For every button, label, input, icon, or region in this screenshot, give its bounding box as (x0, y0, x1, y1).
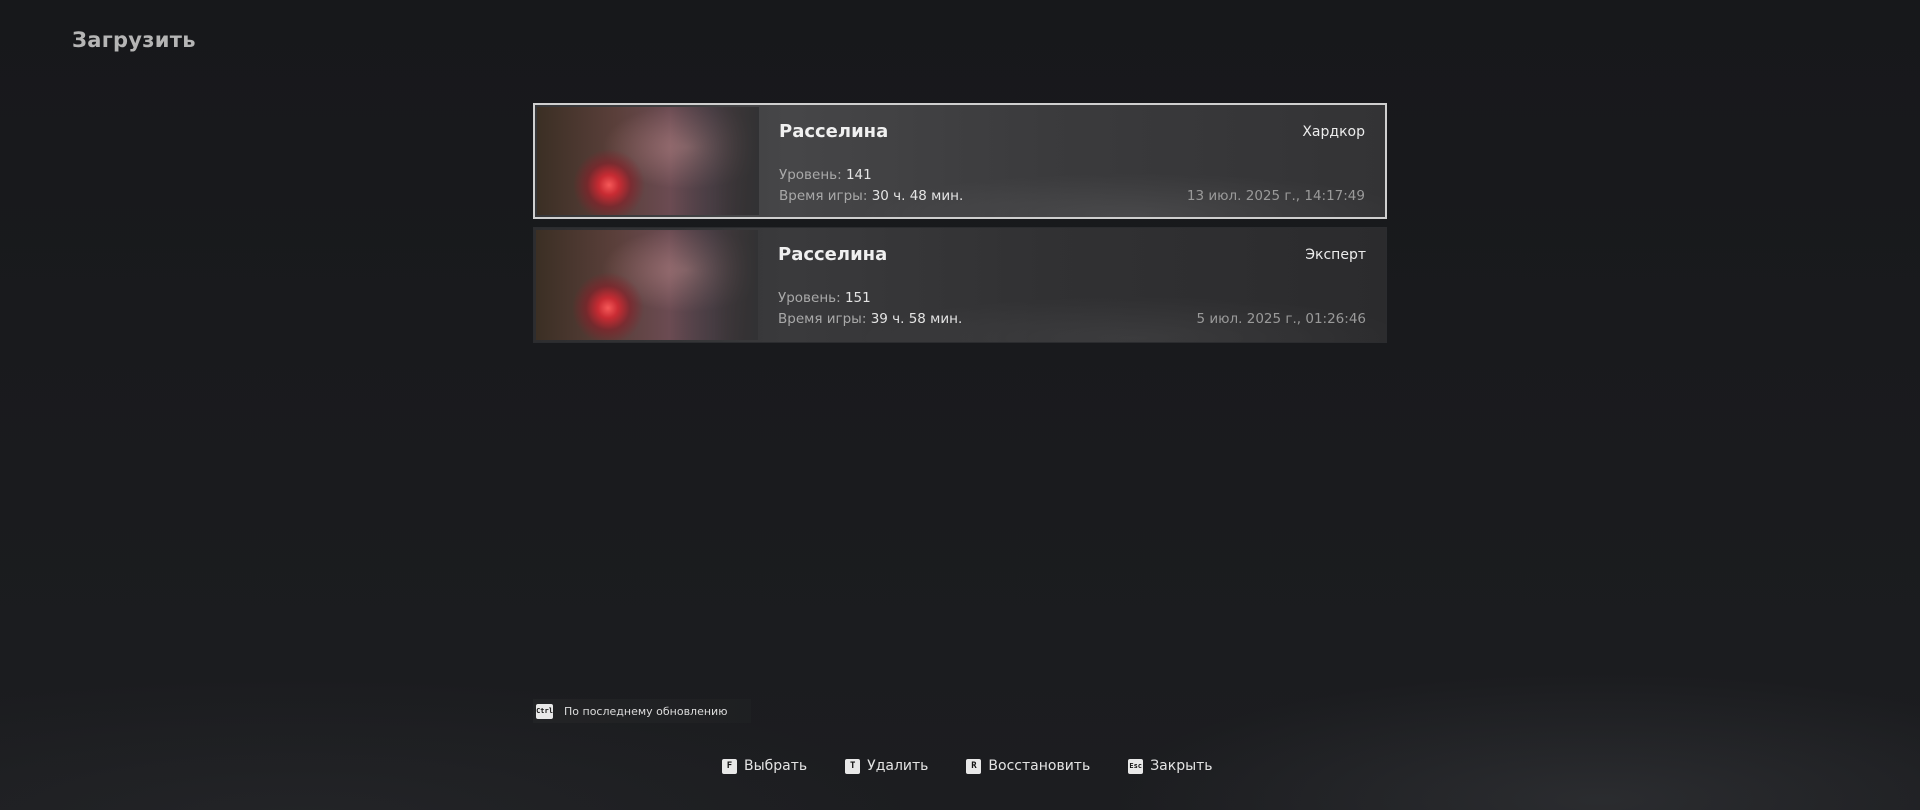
save-slot-2[interactable]: Расселина Эксперт Уровень: 151 Время игр… (533, 227, 1387, 343)
save-name: Расселина (778, 244, 888, 265)
page-title: Загрузить (72, 28, 196, 52)
save-mode: Хардкор (1302, 124, 1365, 140)
save-level: Уровень: 141 (779, 167, 872, 183)
t-key-icon: T (845, 758, 861, 774)
save-list: Расселина Хардкор Уровень: 141 Время игр… (533, 103, 1387, 351)
save-thumbnail (536, 230, 758, 340)
ctrl-key-icon: Ctrl (536, 703, 553, 719)
load-screen: Загрузить Расселина Хардкор Уровень: 141… (0, 0, 1920, 810)
save-date: 13 июл. 2025 г., 14:17:49 (1186, 188, 1365, 204)
esc-key-icon: Esc (1128, 758, 1144, 774)
f-key-icon: F (722, 758, 737, 774)
restore-button[interactable]: R Восстановить (966, 758, 1090, 774)
close-label: Закрыть (1150, 758, 1213, 774)
save-name: Расселина (779, 121, 889, 142)
select-button[interactable]: F Выбрать (722, 758, 807, 774)
save-slot-1[interactable]: Расселина Хардкор Уровень: 141 Время игр… (533, 103, 1387, 219)
save-mode: Эксперт (1305, 247, 1366, 263)
restore-label: Восстановить (988, 758, 1091, 774)
level-label: Уровень: (778, 290, 841, 306)
save-level: Уровень: 151 (778, 290, 871, 306)
delete-label: Удалить (867, 758, 929, 774)
playtime-label: Время игры: (778, 311, 867, 327)
level-value: 141 (845, 167, 872, 183)
playtime-value: 39 ч. 58 мин. (870, 311, 963, 327)
save-thumbnail (537, 107, 759, 215)
r-key-icon: R (966, 758, 982, 774)
select-label: Выбрать (744, 758, 808, 774)
playtime-label: Время игры: (779, 188, 868, 204)
level-value: 151 (844, 290, 871, 306)
playtime-value: 30 ч. 48 мин. (871, 188, 964, 204)
save-playtime: Время игры: 30 ч. 48 мин. (779, 188, 963, 204)
level-label: Уровень: (779, 167, 842, 183)
close-button[interactable]: Esc Закрыть (1128, 758, 1213, 774)
action-bar: F Выбрать T Удалить R Восстановить Esc З… (722, 758, 1251, 774)
save-playtime: Время игры: 39 ч. 58 мин. (778, 311, 962, 327)
save-date: 5 июл. 2025 г., 01:26:46 (1196, 311, 1366, 327)
sort-toggle[interactable]: Ctrl По последнему обновлению (533, 699, 751, 723)
sort-label: По последнему обновлению (564, 704, 728, 718)
delete-button[interactable]: T Удалить (845, 758, 928, 774)
